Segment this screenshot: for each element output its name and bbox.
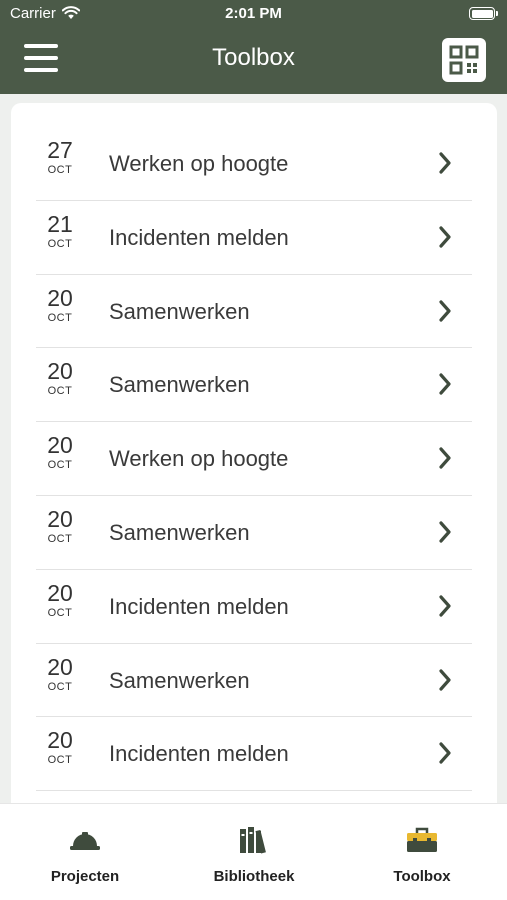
- chevron-right-icon: [439, 447, 451, 469]
- toolbox-list-card: 27 OCT Werken op hoogte 21 OCT Incidente…: [11, 103, 497, 900]
- item-title: Incidenten melden: [109, 593, 289, 619]
- date-badge: 20 OCT: [36, 580, 84, 620]
- tab-toolbox[interactable]: Toolbox: [342, 822, 502, 885]
- date-day: 20: [47, 284, 73, 311]
- status-bar: Carrier 2:01 PM: [0, 0, 507, 28]
- date-month: OCT: [47, 606, 73, 619]
- clock: 2:01 PM: [225, 5, 282, 22]
- date-day: 21: [47, 210, 73, 237]
- item-title: Samenwerken: [109, 298, 250, 324]
- date-month: OCT: [47, 459, 73, 472]
- item-title: Incidenten melden: [109, 741, 289, 767]
- toolbox-list: 27 OCT Werken op hoogte 21 OCT Incidente…: [36, 127, 472, 792]
- chevron-right-icon: [439, 742, 451, 764]
- tab-bibliotheek[interactable]: Bibliotheek: [174, 822, 334, 885]
- list-item[interactable]: 20 OCT Incidenten melden: [36, 717, 472, 792]
- date-month: OCT: [47, 311, 73, 324]
- list-item[interactable]: 20 OCT Samenwerken: [36, 348, 472, 423]
- item-title: Samenwerken: [109, 519, 250, 545]
- item-title: Samenwerken: [109, 372, 250, 398]
- date-month: OCT: [47, 532, 73, 545]
- toolbox-icon: [407, 827, 437, 852]
- tab-bar: Projecten Bibliotheek Toolbox: [0, 803, 507, 900]
- chevron-right-icon: [439, 595, 451, 617]
- date-month: OCT: [47, 164, 73, 176]
- date-day: 20: [47, 579, 73, 606]
- tab-projecten[interactable]: Projecten: [5, 822, 165, 885]
- chevron-right-icon: [439, 668, 451, 691]
- list-item[interactable]: 20 OCT Samenwerken: [36, 496, 472, 570]
- chevron-right-icon: [439, 152, 451, 174]
- date-badge: 27 OCT: [36, 137, 84, 177]
- date-badge: 20 OCT: [36, 727, 84, 767]
- date-badge: 20 OCT: [36, 358, 84, 398]
- date-day: 20: [47, 727, 73, 754]
- chevron-right-icon: [439, 521, 451, 543]
- chevron-right-icon: [439, 373, 451, 395]
- date-badge: 20 OCT: [36, 432, 84, 472]
- top-bar: Carrier 2:01 PM Toolbox: [0, 0, 507, 94]
- date-day: 20: [47, 432, 73, 459]
- item-title: Incidenten melden: [109, 224, 289, 250]
- tab-label: Projecten: [50, 868, 120, 885]
- date-badge: 20 OCT: [36, 654, 84, 694]
- list-item[interactable]: 20 OCT Samenwerken: [36, 644, 472, 718]
- list-item[interactable]: 27 OCT Werken op hoogte: [36, 127, 472, 201]
- item-title: Werken op hoogte: [109, 446, 289, 472]
- battery-icon: [469, 7, 498, 20]
- tab-label: Toolbox: [393, 868, 451, 885]
- list-item[interactable]: 20 OCT Werken op hoogte: [36, 422, 472, 496]
- page-title: Toolbox: [212, 44, 295, 71]
- tab-label: Bibliotheek: [213, 868, 295, 885]
- date-badge: 21 OCT: [36, 211, 84, 251]
- date-day: 20: [47, 505, 73, 532]
- list-item[interactable]: 20 OCT Incidenten melden: [36, 570, 472, 644]
- hardhat-icon: [70, 832, 100, 850]
- date-day: 20: [47, 358, 73, 385]
- chevron-right-icon: [439, 226, 451, 248]
- date-badge: 20 OCT: [36, 506, 84, 546]
- date-badge: 20 OCT: [36, 285, 84, 325]
- list-item[interactable]: 20 OCT Samenwerken: [36, 275, 472, 349]
- item-title: Werken op hoogte: [109, 151, 289, 176]
- qr-scan-button[interactable]: [442, 38, 486, 82]
- date-month: OCT: [47, 680, 73, 693]
- date-day: 27: [47, 137, 73, 163]
- date-month: OCT: [47, 237, 73, 250]
- chevron-right-icon: [439, 299, 451, 322]
- date-month: OCT: [47, 385, 73, 398]
- date-day: 20: [47, 653, 73, 680]
- item-title: Samenwerken: [109, 667, 250, 693]
- date-month: OCT: [47, 754, 73, 767]
- books-icon: [240, 827, 266, 854]
- qr-code-icon: [449, 45, 479, 75]
- list-item[interactable]: 21 OCT Incidenten melden: [36, 201, 472, 275]
